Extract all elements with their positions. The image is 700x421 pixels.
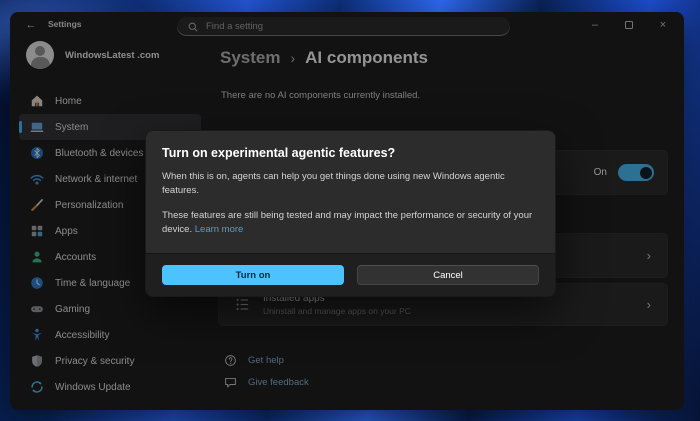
settings-window: ← Settings Find a setting – × WindowsLat… [10, 12, 684, 410]
cancel-button[interactable]: Cancel [357, 265, 539, 285]
agentic-features-dialog: Turn on experimental agentic features? W… [145, 130, 556, 297]
dialog-body: Turn on experimental agentic features? W… [146, 131, 555, 253]
dialog-title: Turn on experimental agentic features? [162, 146, 539, 160]
turn-on-button[interactable]: Turn on [162, 265, 344, 285]
dialog-footer: Turn on Cancel [146, 253, 555, 296]
dialog-paragraph-1: When this is on, agents can help you get… [162, 170, 539, 199]
dialog-paragraph-2: These features are still being tested an… [162, 209, 539, 238]
learn-more-link[interactable]: Learn more [195, 224, 244, 235]
